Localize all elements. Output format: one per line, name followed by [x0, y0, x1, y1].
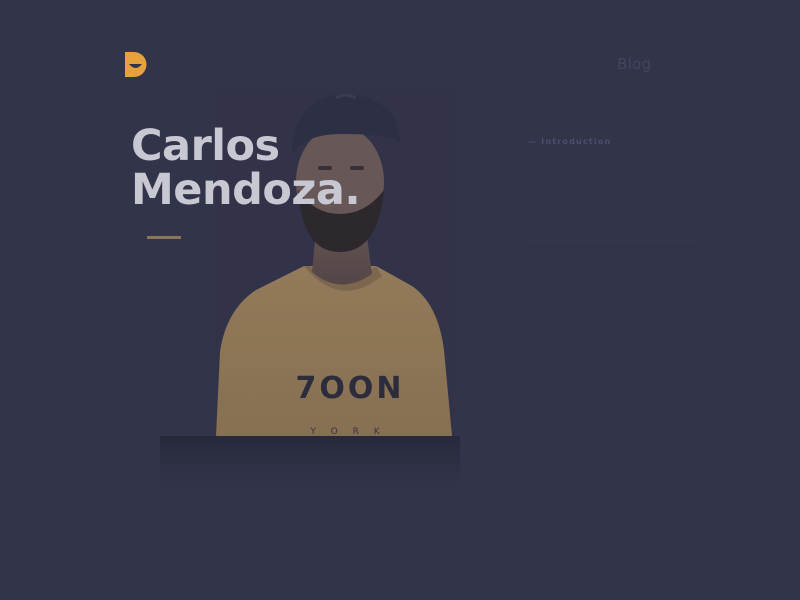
title-underline	[147, 236, 181, 239]
nav-link-blog[interactable]: Blog	[617, 55, 651, 73]
ghost-divider	[528, 100, 708, 101]
photo-shadow	[160, 436, 460, 486]
first-name: Carlos	[131, 121, 280, 171]
ghost-divider	[528, 240, 698, 241]
page-title: Carlos Mendoza.	[131, 121, 361, 215]
ghost-divider	[528, 205, 718, 206]
last-name: Mendoza.	[131, 165, 361, 215]
introduction-label: — Introduction	[528, 137, 612, 146]
portfolio-page: Blog — Introduction 7OON Y O R K Carlos …	[0, 0, 800, 600]
logo-icon[interactable]	[123, 50, 153, 78]
smile-face-logo-icon	[125, 52, 147, 77]
ghost-divider	[528, 275, 728, 276]
ghost-divider	[528, 170, 728, 171]
